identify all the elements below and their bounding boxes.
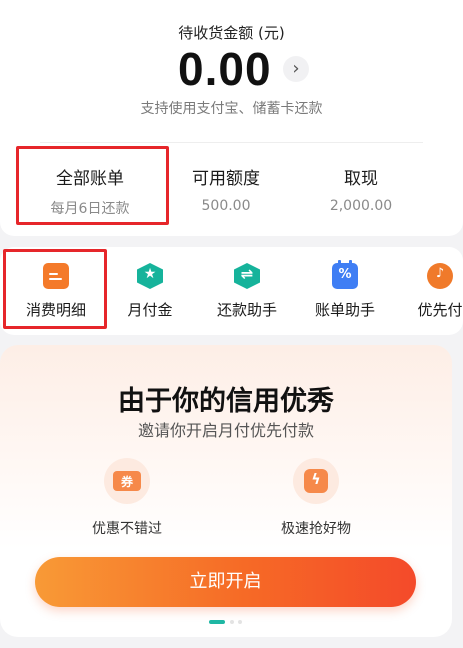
cash-withdrawal-stat[interactable]: 取现 2,000.00 <box>291 164 431 214</box>
stat-value: 2,000.00 <box>329 198 393 214</box>
carousel-dots <box>209 620 249 624</box>
carousel-dot-active <box>209 620 225 624</box>
chevron-right-icon[interactable]: › <box>283 56 309 82</box>
balance-card: 待收货金额 (元) 0.00 › 支持使用支付宝、储蓄卡还款 全部账单 每月6日… <box>0 0 463 236</box>
feature-discount: 券 优惠不错过 <box>52 458 202 538</box>
balance-row[interactable]: 0.00 › <box>0 44 463 94</box>
star-hexagon-icon: ★ <box>137 263 163 289</box>
lightning-bag-icon: ϟ <box>293 458 339 504</box>
service-item-consumption-detail[interactable]: 消费明细 <box>8 263 104 320</box>
coupon-icon: 券 <box>104 458 150 504</box>
all-bills-stat[interactable]: 全部账单 每月6日还款 <box>20 164 160 218</box>
feature-label: 优惠不错过 <box>92 521 162 537</box>
service-item-monthly-pay[interactable]: ★ 月付金 <box>102 263 198 320</box>
stat-value: 500.00 <box>201 198 251 214</box>
stat-title: 全部账单 <box>56 169 124 189</box>
service-label: 还款助手 <box>216 301 277 319</box>
service-label: 月付金 <box>127 301 173 319</box>
service-item-repayment-assistant[interactable]: ⇌ 还款助手 <box>199 263 295 320</box>
available-credit-stat[interactable]: 可用额度 500.00 <box>156 164 296 214</box>
service-label: 账单助手 <box>314 301 375 319</box>
stat-title: 可用额度 <box>192 169 260 189</box>
promo-card: 由于你的信用优秀 邀请你开启月付优先付款 券 优惠不错过 ϟ 极速抢好物 立即开… <box>0 345 452 637</box>
balance-label: 待收货金额 (元) <box>178 24 285 42</box>
service-item-priority-pay[interactable]: ♪ 优先付 <box>392 263 463 320</box>
service-row: 消费明细 ★ 月付金 ⇌ 还款助手 % 账单助手 ♪ 优先付 <box>0 247 463 335</box>
repayment-methods-text: 支持使用支付宝、储蓄卡还款 <box>140 101 323 117</box>
divider <box>40 142 423 143</box>
feature-label: 极速抢好物 <box>281 521 351 537</box>
calendar-percent-icon: % <box>332 260 358 289</box>
exchange-hexagon-icon: ⇌ <box>234 263 260 289</box>
service-label: 消费明细 <box>25 301 86 319</box>
stat-title: 取现 <box>344 169 378 189</box>
promo-subtitle: 邀请你开启月付优先付款 <box>137 421 314 440</box>
stat-value: 每月6日还款 <box>50 201 130 217</box>
service-item-bill-assistant[interactable]: % 账单助手 <box>297 260 393 320</box>
carousel-dot <box>238 620 242 624</box>
promo-title: 由于你的信用优秀 <box>118 386 334 417</box>
service-label: 优先付 <box>417 301 463 319</box>
feature-fast-purchase: ϟ 极速抢好物 <box>241 458 391 538</box>
activate-now-button[interactable]: 立即开启 <box>35 557 416 607</box>
balance-amount: 0.00 <box>178 43 272 95</box>
tiktok-icon: ♪ <box>427 263 453 289</box>
carousel-dot <box>230 620 234 624</box>
bill-detail-icon <box>43 263 69 289</box>
